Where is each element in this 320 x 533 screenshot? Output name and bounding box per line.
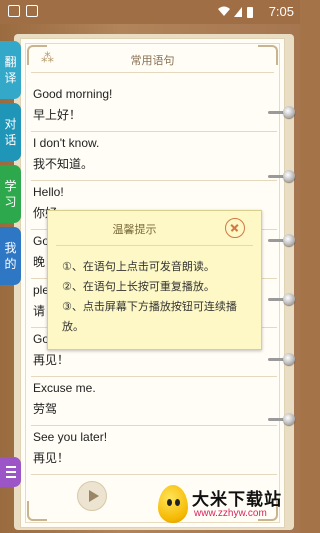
tab-mine[interactable]: 我的 bbox=[0, 227, 21, 285]
tab-translate[interactable]: 翻译 bbox=[0, 41, 21, 99]
egg-mascot-logo bbox=[158, 485, 188, 523]
tip-line: ②、在语句上长按可重复播放。 bbox=[62, 280, 215, 293]
binder-ring-icon bbox=[283, 234, 295, 246]
tab-dialogue[interactable]: 对话 bbox=[0, 103, 21, 161]
binder-ring-icon bbox=[283, 353, 295, 365]
phrase-chinese: 早上好！ bbox=[33, 108, 82, 122]
binder-ring-icon bbox=[283, 106, 295, 118]
app-notification-icon bbox=[8, 5, 20, 17]
phrase-chinese: 我不知道。 bbox=[33, 157, 94, 171]
tab-label: 学习 bbox=[4, 179, 17, 209]
tab-label: 我的 bbox=[4, 241, 17, 271]
app-notification-icon bbox=[26, 5, 38, 17]
phrase-english: Good morning! bbox=[33, 87, 113, 101]
tip-dialog: 温馨提示 ①、在语句上点击可发音朗读。 ②、在语句上长按可重复播放。 ③、点击屏… bbox=[47, 210, 262, 350]
phrase-english: Excuse me. bbox=[33, 381, 96, 395]
status-bar: 7:05 bbox=[0, 0, 300, 24]
phrase-item[interactable]: See you later! 再见！ bbox=[31, 426, 277, 475]
tip-line: ①、在语句上点击可发音朗读。 bbox=[62, 260, 215, 273]
phrase-english: See you later! bbox=[33, 430, 108, 444]
binder-ring-icon bbox=[283, 170, 295, 182]
phrase-chinese: 再见！ bbox=[33, 451, 70, 465]
phrase-chinese: 请 bbox=[33, 304, 46, 318]
phrase-chinese: 再见！ bbox=[33, 353, 70, 367]
watermark-url: www.zzhyw.com bbox=[194, 508, 267, 519]
signal-battery-icons bbox=[218, 6, 253, 18]
play-icon bbox=[89, 490, 99, 502]
list-icon[interactable] bbox=[0, 457, 21, 487]
page-title: 常用语句 bbox=[130, 54, 175, 67]
binder-ring-icon bbox=[283, 413, 295, 425]
tip-lines: ①、在语句上点击可发音朗读。 ②、在语句上长按可重复播放。 ③、点击屏幕下方播放… bbox=[62, 257, 252, 337]
site-watermark: 大米下载站 www.zzhyw.com bbox=[156, 481, 296, 527]
tab-label: 对话 bbox=[4, 117, 17, 147]
tab-study[interactable]: 学习 bbox=[0, 165, 21, 223]
divider bbox=[31, 72, 274, 73]
tip-title: 温馨提示 bbox=[112, 223, 157, 236]
phrase-item[interactable]: Excuse me. 劳驾 bbox=[31, 377, 277, 426]
phrase-english: I don't know. bbox=[33, 136, 100, 150]
binder-ring-icon bbox=[283, 293, 295, 305]
clock: 7:05 bbox=[268, 4, 294, 19]
corner-ornament bbox=[27, 501, 47, 521]
phrase-item[interactable]: I don't know. 我不知道。 bbox=[31, 132, 277, 181]
tip-line: ③、点击屏幕下方播放按钮可连续播放。 bbox=[62, 300, 237, 333]
phrase-english: Hello! bbox=[33, 185, 64, 199]
phrase-chinese: 晚 bbox=[33, 255, 46, 269]
phrase-chinese: 劳驾 bbox=[33, 402, 58, 416]
watermark-name: 大米下载站 bbox=[192, 490, 282, 510]
close-icon[interactable] bbox=[225, 218, 245, 238]
divider bbox=[56, 245, 253, 246]
play-all-button[interactable] bbox=[77, 481, 107, 511]
phrase-item[interactable]: Good morning! 早上好！ bbox=[31, 83, 277, 132]
tab-label: 翻译 bbox=[4, 55, 17, 85]
